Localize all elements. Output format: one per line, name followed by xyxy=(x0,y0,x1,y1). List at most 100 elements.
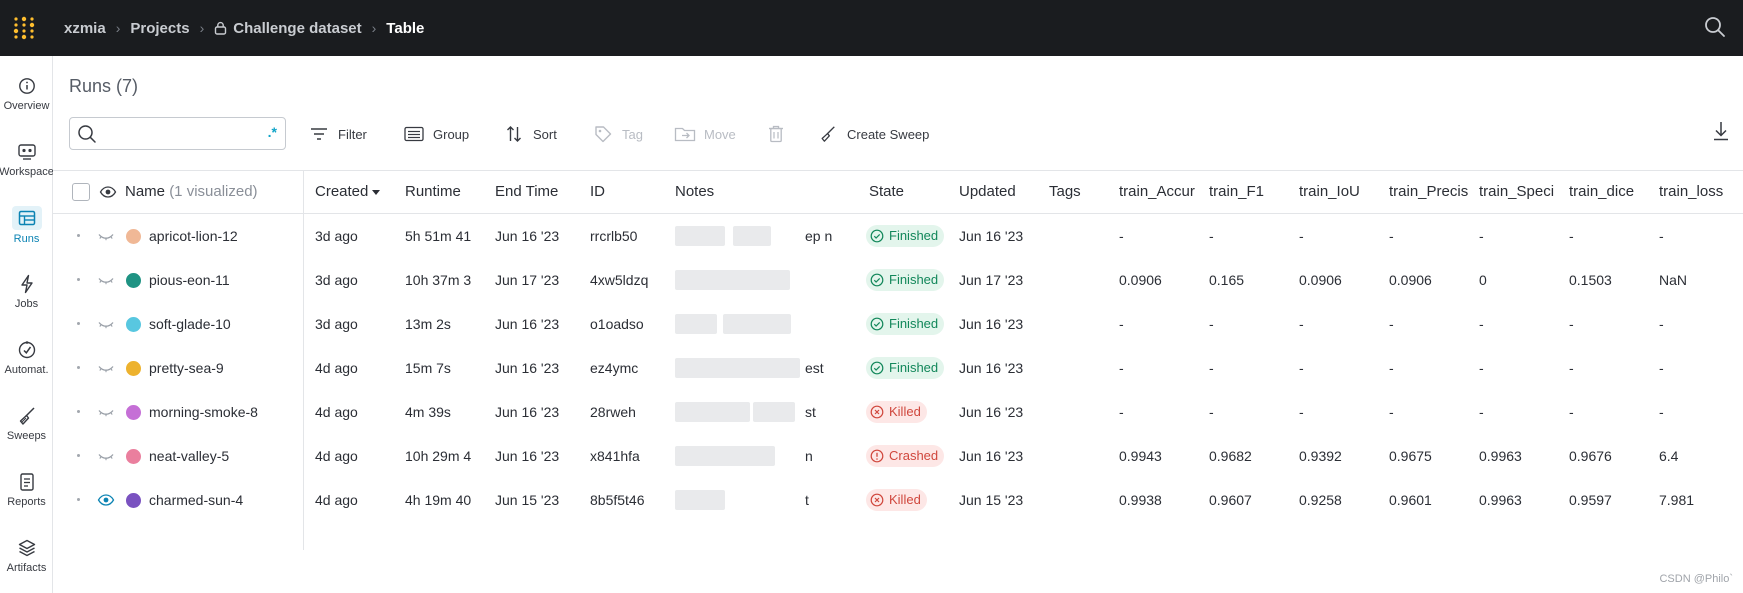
eye-closed-icon[interactable] xyxy=(97,403,115,421)
cell-end-time: Jun 16 '23 xyxy=(495,404,560,420)
column-header-train-dice[interactable]: train_dice xyxy=(1569,171,1653,213)
nav-sweeps[interactable]: Sweeps xyxy=(0,394,53,452)
status-label: Finished xyxy=(889,272,939,287)
redacted-block xyxy=(733,226,771,246)
wandb-logo-icon[interactable] xyxy=(2,0,46,56)
x-circle-icon xyxy=(870,405,884,419)
filter-button[interactable]: Filter xyxy=(308,122,367,146)
cell-notes[interactable]: ep n xyxy=(805,214,832,258)
breadcrumb-project[interactable]: Challenge dataset xyxy=(233,20,361,37)
eye-closed-icon[interactable] xyxy=(97,447,115,465)
cell-train-f1: - xyxy=(1209,404,1214,420)
move-button[interactable]: Move xyxy=(674,122,736,146)
table-row[interactable]: charmed-sun-4 4d ago 4h 19m 40 Jun 15 '23 8b… xyxy=(53,478,1743,522)
column-header-train-iou[interactable]: train_IoU xyxy=(1299,171,1383,213)
redacted-block xyxy=(675,446,775,466)
eye-closed-icon[interactable] xyxy=(97,315,115,333)
cell-notes[interactable]: est xyxy=(805,346,824,390)
nav-workspace[interactable]: Workspace xyxy=(0,130,54,188)
cell-updated: Jun 16 '23 xyxy=(959,316,1024,332)
nav-artifacts[interactable]: Artifacts xyxy=(0,526,53,584)
cell-notes[interactable]: t xyxy=(805,478,809,522)
row-menu-icon[interactable] xyxy=(77,454,80,457)
run-name-link[interactable]: morning-smoke-8 xyxy=(149,390,258,434)
run-color-swatch[interactable] xyxy=(126,449,141,464)
eye-closed-icon[interactable] xyxy=(97,359,115,377)
sort-label: Sort xyxy=(533,126,557,142)
cell-notes[interactable]: st xyxy=(805,390,816,434)
nav-reports[interactable]: Reports xyxy=(0,460,53,518)
breadcrumb-projects[interactable]: Projects xyxy=(130,20,189,37)
status-label: Finished xyxy=(889,316,939,331)
eye-closed-icon[interactable] xyxy=(97,227,115,245)
table-row[interactable]: soft-glade-10 3d ago 13m 2s Jun 16 '23 o1oad… xyxy=(53,302,1743,346)
cell-train-iou: 0.9392 xyxy=(1299,448,1342,464)
regex-toggle[interactable]: .* xyxy=(268,124,277,140)
nav-jobs[interactable]: Jobs xyxy=(0,262,53,320)
run-name-link[interactable]: apricot-lion-12 xyxy=(149,214,238,258)
run-color-swatch[interactable] xyxy=(126,493,141,508)
header-label: train_Speci xyxy=(1479,183,1555,200)
run-color-swatch[interactable] xyxy=(126,229,141,244)
chevron-right-icon: › xyxy=(371,20,377,36)
eye-icon[interactable] xyxy=(99,183,117,204)
create-sweep-button[interactable]: Create Sweep xyxy=(817,122,929,146)
table-row[interactable]: apricot-lion-12 3d ago 5h 51m 41 Jun 16 '23… xyxy=(53,214,1743,258)
column-header-train-loss[interactable]: train_loss xyxy=(1659,171,1743,213)
column-header-runtime[interactable]: Runtime xyxy=(405,171,461,213)
run-name-link[interactable]: soft-glade-10 xyxy=(149,302,231,346)
search-icon[interactable] xyxy=(1703,15,1727,39)
nav-runs[interactable]: Runs xyxy=(0,196,53,254)
table-row[interactable]: pretty-sea-9 4d ago 15m 7s Jun 16 '23 ez4ymc… xyxy=(53,346,1743,390)
eye-closed-icon[interactable] xyxy=(97,271,115,289)
header-label: train_IoU xyxy=(1299,183,1360,200)
column-header-tags[interactable]: Tags xyxy=(1049,171,1081,213)
cell-train-iou: - xyxy=(1299,404,1304,420)
column-header-train-accur[interactable]: train_Accur xyxy=(1119,171,1203,213)
move-label: Move xyxy=(704,126,736,142)
sort-button[interactable]: Sort xyxy=(503,122,557,146)
table-row[interactable]: pious-eon-11 3d ago 10h 37m 3 Jun 17 '23 4xw… xyxy=(53,258,1743,302)
run-color-swatch[interactable] xyxy=(126,361,141,376)
run-color-swatch[interactable] xyxy=(126,317,141,332)
delete-button[interactable] xyxy=(765,122,795,146)
column-header-notes[interactable]: Notes xyxy=(675,171,714,213)
run-name-link[interactable]: neat-valley-5 xyxy=(149,434,229,478)
runs-search-input[interactable] xyxy=(100,124,250,144)
column-header-end-time[interactable]: End Time xyxy=(495,171,558,213)
row-menu-icon[interactable] xyxy=(77,234,80,237)
eye-icon[interactable] xyxy=(97,491,115,509)
column-header-created[interactable]: Created xyxy=(315,171,381,213)
runs-search-box[interactable]: .* xyxy=(69,117,286,150)
column-header-train-f1[interactable]: train_F1 xyxy=(1209,171,1293,213)
column-header-name[interactable]: Name (1 visualized) xyxy=(125,171,258,213)
tag-button[interactable]: Tag xyxy=(592,122,643,146)
column-header-id[interactable]: ID xyxy=(590,171,605,213)
row-menu-icon[interactable] xyxy=(77,410,80,413)
nav-overview[interactable]: Overview xyxy=(0,64,53,122)
row-menu-icon[interactable] xyxy=(77,322,80,325)
column-header-updated[interactable]: Updated xyxy=(959,171,1016,213)
nav-automations[interactable]: Automat. xyxy=(0,328,53,386)
row-menu-icon[interactable] xyxy=(77,498,80,501)
group-button[interactable]: Group xyxy=(403,122,469,146)
status-badge: Finished xyxy=(866,225,945,247)
cell-notes[interactable]: n xyxy=(805,434,813,478)
breadcrumb-entity[interactable]: xzmia xyxy=(64,20,106,37)
run-color-swatch[interactable] xyxy=(126,273,141,288)
column-header-train-speci[interactable]: train_Speci xyxy=(1479,171,1563,213)
select-all-checkbox[interactable] xyxy=(72,183,90,201)
table-row[interactable]: morning-smoke-8 4d ago 4m 39s Jun 16 '23 28r… xyxy=(53,390,1743,434)
download-icon[interactable] xyxy=(1711,120,1735,144)
header-label: ID xyxy=(590,183,605,200)
row-menu-icon[interactable] xyxy=(77,366,80,369)
table-row[interactable]: neat-valley-5 4d ago 10h 29m 4 Jun 16 '23 x8… xyxy=(53,434,1743,478)
column-header-state[interactable]: State xyxy=(869,171,904,213)
column-header-train-precis[interactable]: train_Precis xyxy=(1389,171,1473,213)
row-menu-icon[interactable] xyxy=(77,278,80,281)
run-color-swatch[interactable] xyxy=(126,405,141,420)
run-name-link[interactable]: pretty-sea-9 xyxy=(149,346,224,390)
automation-icon xyxy=(16,339,38,361)
run-name-link[interactable]: charmed-sun-4 xyxy=(149,478,243,522)
run-name-link[interactable]: pious-eon-11 xyxy=(149,258,230,302)
